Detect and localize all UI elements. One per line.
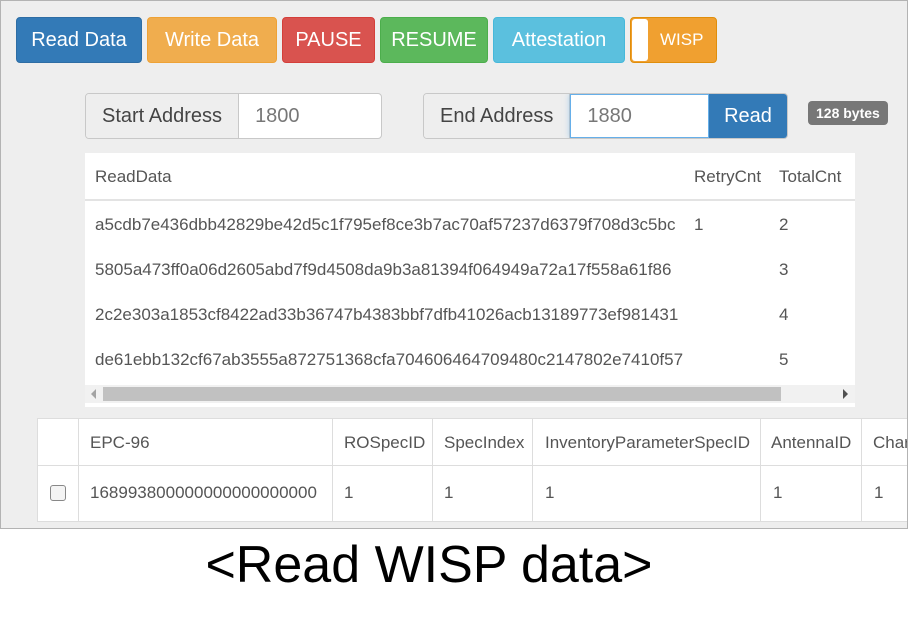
start-address-label: Start Address [86, 94, 240, 138]
column-divider [332, 419, 333, 521]
end-address-input[interactable]: 1880 [570, 94, 709, 138]
epc-header-divider [38, 465, 907, 466]
table-row-total: 4 [779, 305, 789, 324]
table-row-data: de61ebb132cf67ab3555a872751368cfa7046064… [95, 350, 684, 369]
scrollbar-thumb[interactable] [103, 387, 781, 401]
char-cell: 1 [874, 483, 884, 502]
wisp-toggle-label: WISP [660, 30, 704, 49]
pause-button[interactable]: PAUSE [282, 17, 375, 63]
rospecid-cell: 1 [344, 483, 354, 502]
read-data-button[interactable]: Read Data [16, 17, 142, 63]
col-header-epc96: EPC-96 [90, 433, 150, 452]
table-row-total: 5 [779, 350, 789, 369]
table-row-total: 2 [779, 215, 789, 234]
write-data-button[interactable]: Write Data [147, 17, 277, 63]
epc-cell: 168993800000000000000000 [90, 483, 317, 502]
table-row-data: 2c2e303a1853cf8422ad33b36747b4383bbf7dfb… [95, 305, 679, 324]
table-row-total: 3 [779, 260, 789, 279]
read-data-table: ReadData RetryCnt TotalCnt a5cdb7e436dbb… [85, 153, 855, 407]
inventoryparameterspecid-cell: 1 [545, 483, 555, 502]
epc-table: EPC-96 ROSpecID SpecIndex InventoryParam… [37, 418, 908, 522]
antennaid-cell: 1 [773, 483, 783, 502]
horizontal-scrollbar[interactable] [85, 385, 855, 403]
col-header-inventoryparameterspecid: InventoryParameterSpecID [545, 433, 751, 452]
attestation-button[interactable]: Attestation [493, 17, 625, 63]
header-divider [85, 199, 855, 201]
col-header-retrycnt: RetryCnt [694, 167, 762, 186]
col-header-readdata: ReadData [95, 167, 172, 186]
size-badge: 128 bytes [808, 101, 888, 125]
wisp-toggle[interactable]: WISP [630, 17, 717, 63]
column-divider [532, 419, 533, 521]
specindex-cell: 1 [444, 483, 454, 502]
end-address-group: End Address 1880 Read [423, 93, 788, 139]
start-address-group: Start Address 1800 [85, 93, 382, 139]
table-row-retry: 1 [694, 215, 704, 234]
end-address-label: End Address [424, 94, 571, 138]
row-checkbox[interactable] [50, 485, 66, 501]
col-header-rospecid: ROSpecID [344, 433, 426, 452]
column-divider [861, 419, 862, 521]
col-header-specindex: SpecIndex [444, 433, 525, 452]
col-header-antennaid: AntennaID [771, 433, 852, 452]
start-address-input[interactable]: 1800 [239, 94, 381, 138]
resume-button[interactable]: RESUME [380, 17, 488, 63]
wisp-panel: Read Data Write Data PAUSE RESUME Attest… [0, 0, 908, 529]
col-header-char: Char [873, 433, 908, 452]
figure-caption: <Read WISP data> [205, 536, 653, 594]
column-divider [432, 419, 433, 521]
col-header-totalcnt: TotalCnt [779, 167, 842, 186]
wisp-toggle-knob [632, 19, 648, 61]
table-row-data: a5cdb7e436dbb42829be42d5c1f795ef8ce3b7ac… [95, 215, 676, 234]
scroll-right-icon[interactable] [843, 389, 848, 399]
column-divider [78, 419, 79, 521]
read-button[interactable]: Read [709, 94, 787, 138]
scroll-left-icon[interactable] [91, 389, 96, 399]
table-row-data: 5805a473ff0a06d2605abd7f9d4508da9b3a8139… [95, 260, 672, 279]
column-divider [760, 419, 761, 521]
